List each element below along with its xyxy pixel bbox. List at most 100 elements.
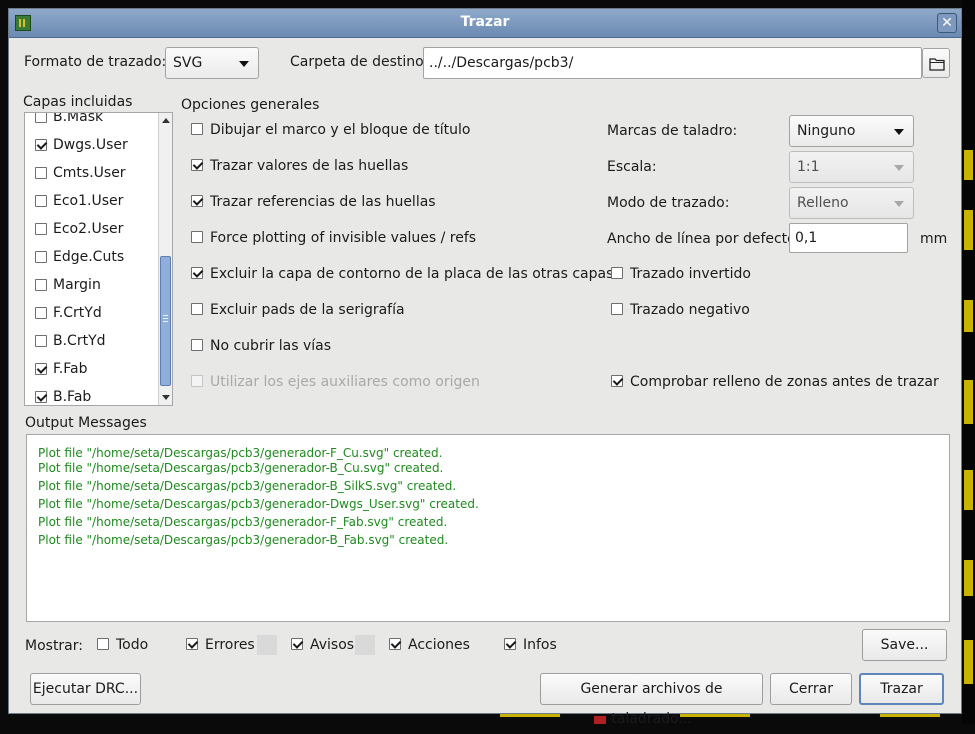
layer-item[interactable]: Dwgs.User xyxy=(35,131,155,159)
scale-value: 1:1 xyxy=(797,159,820,175)
scrollbar-thumb[interactable] xyxy=(160,256,171,386)
filter-label: Acciones xyxy=(408,637,470,653)
checkbox[interactable] xyxy=(191,123,203,135)
layer-label: B.Fab xyxy=(53,389,92,405)
checkbox[interactable] xyxy=(35,363,47,375)
drill-marks-select[interactable]: Ninguno xyxy=(789,115,914,147)
plot-format-value: SVG xyxy=(173,55,203,71)
output-messages-box[interactable]: Plot file "/home/seta/Descargas/pcb3/gen… xyxy=(26,434,950,622)
layer-item[interactable]: B.Mask xyxy=(35,113,155,131)
plot-format-select[interactable]: SVG xyxy=(165,47,259,79)
chevron-down-icon xyxy=(894,129,904,135)
filter-label: Errores xyxy=(205,637,255,653)
checkbox[interactable] xyxy=(35,167,47,179)
plot-dialog: Trazar ✕ Formato de trazado: SVG Carpeta… xyxy=(8,8,962,727)
chevron-down-icon xyxy=(239,61,249,67)
pcb-pad xyxy=(964,300,973,332)
checkbox[interactable] xyxy=(35,279,47,291)
checkbox[interactable] xyxy=(191,267,203,279)
checkbox[interactable] xyxy=(191,231,203,243)
filter-label: Infos xyxy=(523,637,557,653)
close-icon: ✕ xyxy=(941,15,953,31)
folder-icon xyxy=(929,58,945,71)
line-width-value: 0,1 xyxy=(795,230,818,246)
run-drc-button[interactable]: Ejecutar DRC... xyxy=(30,673,141,705)
pcb-pad xyxy=(964,560,973,596)
message-line: Plot file "/home/seta/Descargas/pcb3/gen… xyxy=(38,497,479,511)
checkbox[interactable] xyxy=(35,113,47,123)
option-label: Dibujar el marco y el bloque de título xyxy=(210,122,471,138)
layer-label: B.CrtYd xyxy=(53,333,106,349)
save-messages-button[interactable]: Save... xyxy=(862,629,947,661)
layer-item[interactable]: Margin xyxy=(35,271,155,299)
filter-label: Todo xyxy=(116,637,149,653)
layers-list[interactable]: B.Mask Dwgs.User Cmts.User Eco1.User Eco… xyxy=(24,112,173,406)
checkbox[interactable] xyxy=(35,139,47,151)
layer-label: Eco1.User xyxy=(53,193,124,209)
message-line: Plot file "/home/seta/Descargas/pcb3/gen… xyxy=(38,446,443,460)
checkbox[interactable] xyxy=(35,195,47,207)
chevron-down-icon xyxy=(894,165,904,171)
browse-folder-button[interactable] xyxy=(922,48,950,78)
plot-mode-label: Modo de trazado: xyxy=(607,195,730,211)
layer-item[interactable]: B.Fab xyxy=(35,383,155,405)
checkbox[interactable] xyxy=(504,638,516,650)
output-folder-value: ../../Descargas/pcb3/ xyxy=(429,55,574,71)
output-folder-label: Carpeta de destino: xyxy=(290,54,429,70)
layer-item[interactable]: Eco1.User xyxy=(35,187,155,215)
checkbox[interactable] xyxy=(35,307,47,319)
chevron-down-icon xyxy=(894,201,904,207)
checkbox[interactable] xyxy=(191,195,203,207)
layer-item[interactable]: B.CrtYd xyxy=(35,327,155,355)
close-window-button[interactable]: ✕ xyxy=(937,13,957,33)
message-line: Plot file "/home/seta/Descargas/pcb3/gen… xyxy=(38,533,449,547)
warnings-color-swatch xyxy=(355,635,375,655)
layer-item[interactable]: Eco2.User xyxy=(35,215,155,243)
checkbox[interactable] xyxy=(611,303,623,315)
layer-label: Cmts.User xyxy=(53,165,126,181)
line-width-input[interactable]: 0,1 xyxy=(789,223,908,253)
errors-color-swatch xyxy=(257,635,277,655)
layers-scrollbar[interactable] xyxy=(158,113,172,405)
pcb-pad xyxy=(964,470,973,510)
layer-item[interactable]: Cmts.User xyxy=(35,159,155,187)
checkbox[interactable] xyxy=(97,638,109,650)
layer-label: F.CrtYd xyxy=(53,305,102,321)
scale-select: 1:1 xyxy=(789,151,914,183)
checkbox[interactable] xyxy=(35,391,47,403)
layer-item[interactable]: Edge.Cuts xyxy=(35,243,155,271)
checkbox[interactable] xyxy=(35,335,47,347)
checkbox[interactable] xyxy=(611,267,623,279)
generate-drill-button[interactable]: Generar archivos de taladrado... xyxy=(540,673,763,727)
checkbox[interactable] xyxy=(611,375,623,387)
scroll-up-icon[interactable] xyxy=(162,118,170,123)
line-width-unit: mm xyxy=(920,231,948,247)
checkbox[interactable] xyxy=(35,223,47,235)
message-line: Plot file "/home/seta/Descargas/pcb3/gen… xyxy=(38,479,457,493)
checkbox[interactable] xyxy=(186,638,198,650)
checkbox[interactable] xyxy=(35,251,47,263)
checkbox[interactable] xyxy=(191,303,203,315)
pcb-pad xyxy=(964,210,973,250)
pcb-pad xyxy=(594,716,606,724)
checkbox[interactable] xyxy=(291,638,303,650)
drill-marks-label: Marcas de taladro: xyxy=(607,123,738,139)
option-label: Trazado invertido xyxy=(630,266,751,282)
close-button[interactable]: Cerrar xyxy=(770,673,852,705)
option-label: Trazar valores de las huellas xyxy=(210,158,409,174)
option-label: Excluir la capa de contorno de la placa … xyxy=(210,266,614,282)
scroll-down-icon[interactable] xyxy=(162,395,170,400)
layer-item[interactable]: F.CrtYd xyxy=(35,299,155,327)
drill-marks-value: Ninguno xyxy=(797,123,856,139)
plot-button[interactable]: Trazar xyxy=(859,673,944,705)
checkbox[interactable] xyxy=(389,638,401,650)
filter-label: Avisos xyxy=(310,637,355,653)
checkbox[interactable] xyxy=(191,159,203,171)
title-bar[interactable]: Trazar ✕ xyxy=(9,9,961,38)
window-title: Trazar xyxy=(460,14,510,30)
general-options-label: Opciones generales xyxy=(181,97,320,113)
layer-item[interactable]: F.Fab xyxy=(35,355,155,383)
message-line: Plot file "/home/seta/Descargas/pcb3/gen… xyxy=(38,515,448,529)
output-folder-input[interactable]: ../../Descargas/pcb3/ xyxy=(423,47,922,79)
checkbox[interactable] xyxy=(191,339,203,351)
